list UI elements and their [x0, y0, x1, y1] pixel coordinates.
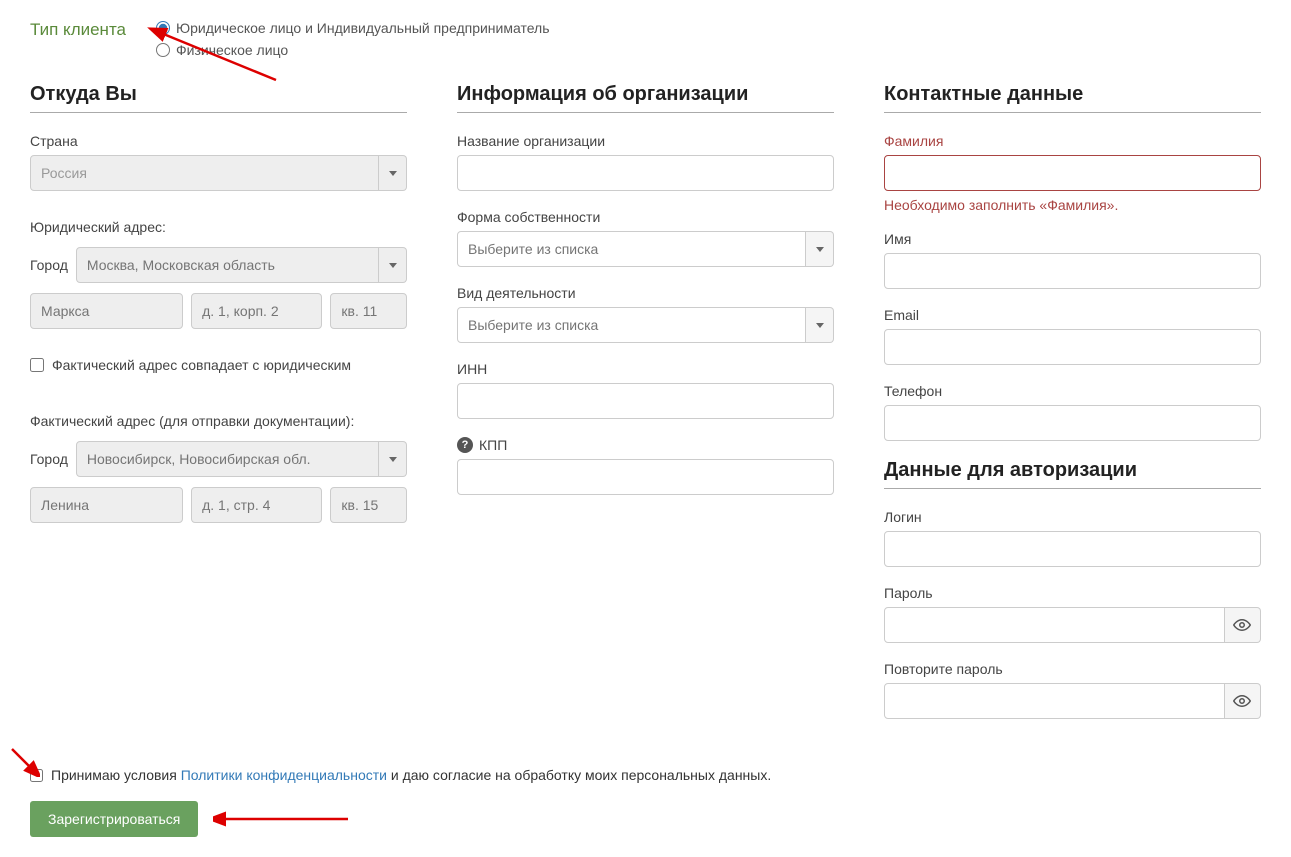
activity-input[interactable] — [457, 307, 806, 343]
client-type-label: Тип клиента — [30, 20, 126, 40]
radio-legal-entity-input[interactable] — [156, 21, 170, 35]
terms-row: Принимаю условия Политики конфиденциальн… — [30, 767, 1261, 783]
ownership-dropdown-toggle[interactable] — [806, 231, 834, 267]
legal-address-label: Юридический адрес: — [30, 219, 407, 235]
client-type-row: Тип клиента Юридическое лицо и Индивидуа… — [30, 20, 1261, 58]
legal-apt-input[interactable] — [330, 293, 407, 329]
actual-city-label: Город — [30, 451, 68, 467]
country-label: Страна — [30, 133, 407, 149]
actual-house-input[interactable] — [191, 487, 322, 523]
actual-street-input[interactable] — [30, 487, 183, 523]
location-column: Откуда Вы Страна Юридический адрес: Горо… — [30, 83, 407, 737]
legal-city-label: Город — [30, 257, 68, 273]
legal-city-select[interactable] — [76, 247, 407, 283]
repeat-password-visibility-toggle[interactable] — [1225, 683, 1261, 719]
kpp-input[interactable] — [457, 459, 834, 495]
contact-auth-column: Контактные данные Фамилия Необходимо зап… — [884, 83, 1261, 737]
same-address-checkbox[interactable] — [30, 358, 44, 372]
action-row: Зарегистрироваться — [30, 801, 1261, 837]
actual-city-dropdown-toggle[interactable] — [379, 441, 407, 477]
privacy-policy-link[interactable]: Политики конфиденциальности — [181, 767, 387, 783]
inn-input[interactable] — [457, 383, 834, 419]
radio-individual-input[interactable] — [156, 43, 170, 57]
eye-icon — [1233, 616, 1251, 634]
country-input[interactable] — [30, 155, 379, 191]
firstname-input[interactable] — [884, 253, 1261, 289]
radio-individual[interactable]: Физическое лицо — [156, 42, 550, 58]
repeat-password-label: Повторите пароль — [884, 661, 1261, 677]
annotation-arrow-register — [213, 809, 353, 829]
org-column: Информация об организации Название орган… — [457, 83, 834, 737]
inn-label: ИНН — [457, 361, 834, 377]
legal-house-input[interactable] — [191, 293, 322, 329]
terms-suffix: и даю согласие на обработку моих персона… — [387, 767, 771, 783]
terms-checkbox[interactable] — [30, 769, 43, 782]
email-label: Email — [884, 307, 1261, 323]
actual-apt-input[interactable] — [330, 487, 407, 523]
firstname-label: Имя — [884, 231, 1261, 247]
email-input[interactable] — [884, 329, 1261, 365]
activity-select[interactable] — [457, 307, 834, 343]
location-title: Откуда Вы — [30, 83, 407, 113]
radio-legal-entity[interactable]: Юридическое лицо и Индивидуальный предпр… — [156, 20, 550, 36]
lastname-label: Фамилия — [884, 133, 1261, 149]
ownership-label: Форма собственности — [457, 209, 834, 225]
auth-title: Данные для авторизации — [884, 459, 1261, 489]
kpp-label: КПП — [479, 437, 507, 453]
ownership-select[interactable] — [457, 231, 834, 267]
terms-prefix: Принимаю условия — [51, 767, 181, 783]
org-name-input[interactable] — [457, 155, 834, 191]
password-input[interactable] — [884, 607, 1225, 643]
login-input[interactable] — [884, 531, 1261, 567]
login-label: Логин — [884, 509, 1261, 525]
register-button[interactable]: Зарегистрироваться — [30, 801, 198, 837]
country-select[interactable] — [30, 155, 407, 191]
org-title: Информация об организации — [457, 83, 834, 113]
radio-individual-label: Физическое лицо — [176, 42, 288, 58]
phone-label: Телефон — [884, 383, 1261, 399]
actual-city-input[interactable] — [76, 441, 379, 477]
eye-icon — [1233, 692, 1251, 710]
legal-city-input[interactable] — [76, 247, 379, 283]
actual-address-label: Фактический адрес (для отправки документ… — [30, 413, 407, 429]
country-dropdown-toggle[interactable] — [379, 155, 407, 191]
actual-city-select[interactable] — [76, 441, 407, 477]
radio-legal-entity-label: Юридическое лицо и Индивидуальный предпр… — [176, 20, 550, 36]
repeat-password-input[interactable] — [884, 683, 1225, 719]
password-visibility-toggle[interactable] — [1225, 607, 1261, 643]
same-address-label[interactable]: Фактический адрес совпадает с юридически… — [52, 357, 351, 373]
phone-input[interactable] — [884, 405, 1261, 441]
kpp-help-icon[interactable]: ? — [457, 437, 473, 453]
contact-title: Контактные данные — [884, 83, 1261, 113]
activity-label: Вид деятельности — [457, 285, 834, 301]
org-name-label: Название организации — [457, 133, 834, 149]
ownership-input[interactable] — [457, 231, 806, 267]
terms-text[interactable]: Принимаю условия Политики конфиденциальн… — [51, 767, 771, 783]
password-label: Пароль — [884, 585, 1261, 601]
legal-street-input[interactable] — [30, 293, 183, 329]
legal-city-dropdown-toggle[interactable] — [379, 247, 407, 283]
lastname-input[interactable] — [884, 155, 1261, 191]
lastname-error: Необходимо заполнить «Фамилия». — [884, 197, 1261, 213]
activity-dropdown-toggle[interactable] — [806, 307, 834, 343]
client-type-radio-group: Юридическое лицо и Индивидуальный предпр… — [156, 20, 550, 58]
